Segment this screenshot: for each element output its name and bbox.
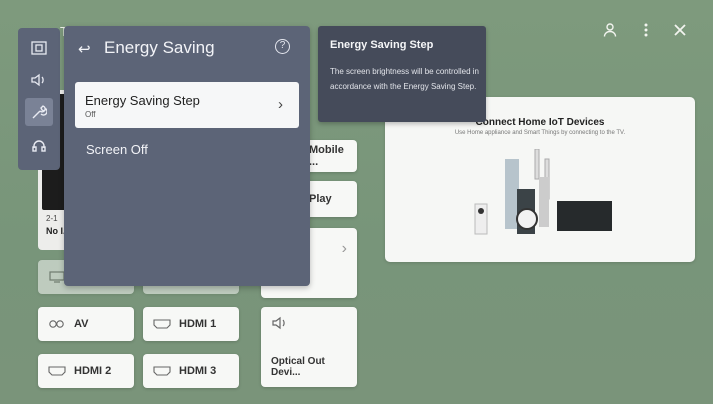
option-label: Energy Saving Step xyxy=(85,93,200,108)
appliances-illustration xyxy=(474,149,612,235)
optical-tile[interactable]: Optical Out Devi... xyxy=(261,307,357,387)
hdmi1-label: HDMI 1 xyxy=(179,318,217,330)
option-value: Off xyxy=(85,110,96,119)
screen-off-option[interactable]: Screen Off xyxy=(86,142,148,157)
hdmi3-label: HDMI 3 xyxy=(179,365,217,377)
panel-title: Energy Saving xyxy=(104,38,215,57)
iot-subtitle: Use Home appliance and Smart Things by c… xyxy=(454,130,626,136)
picture-icon[interactable] xyxy=(25,34,53,62)
chevron-right-icon: › xyxy=(278,96,283,113)
headset-icon[interactable] xyxy=(25,132,53,160)
hdmi-icon xyxy=(153,318,171,330)
av-icon xyxy=(48,318,66,330)
hdmi-icon xyxy=(48,365,66,377)
hdmi1-tile[interactable]: HDMI 1 xyxy=(143,307,239,341)
tooltip-title: Energy Saving Step xyxy=(330,39,434,51)
channel-number: 2-1 xyxy=(46,214,58,223)
close-icon[interactable] xyxy=(670,22,690,41)
speaker-icon xyxy=(271,316,289,329)
help-tooltip: Energy Saving Step The screen brightness… xyxy=(318,26,486,122)
help-icon[interactable]: ? xyxy=(275,39,290,54)
mobile-label: Mobile ... xyxy=(309,144,344,168)
back-arrow-icon[interactable]: ↩ xyxy=(78,40,91,58)
wrench-icon[interactable] xyxy=(25,98,53,126)
chevron-right-icon: › xyxy=(341,240,347,257)
optical-label: Optical Out Devi... xyxy=(271,355,325,378)
energy-saving-panel: ↩ Energy Saving ? Energy Saving Step Off… xyxy=(64,26,310,286)
sound-icon[interactable] xyxy=(25,66,53,94)
av-label: AV xyxy=(74,318,89,330)
user-icon[interactable] xyxy=(600,22,620,41)
tooltip-body: The screen brightness will be controlled… xyxy=(330,67,479,91)
more-vertical-icon[interactable] xyxy=(636,22,656,41)
airplay-label: Play xyxy=(309,193,332,205)
hdmi-icon xyxy=(153,365,171,377)
settings-category-menu xyxy=(18,28,60,170)
hdmi3-tile[interactable]: HDMI 3 xyxy=(143,354,239,388)
av-tile[interactable]: AV xyxy=(38,307,134,341)
hdmi2-tile[interactable]: HDMI 2 xyxy=(38,354,134,388)
hdmi2-label: HDMI 2 xyxy=(74,365,112,377)
energy-saving-step-option[interactable]: Energy Saving Step Off › xyxy=(75,82,299,128)
